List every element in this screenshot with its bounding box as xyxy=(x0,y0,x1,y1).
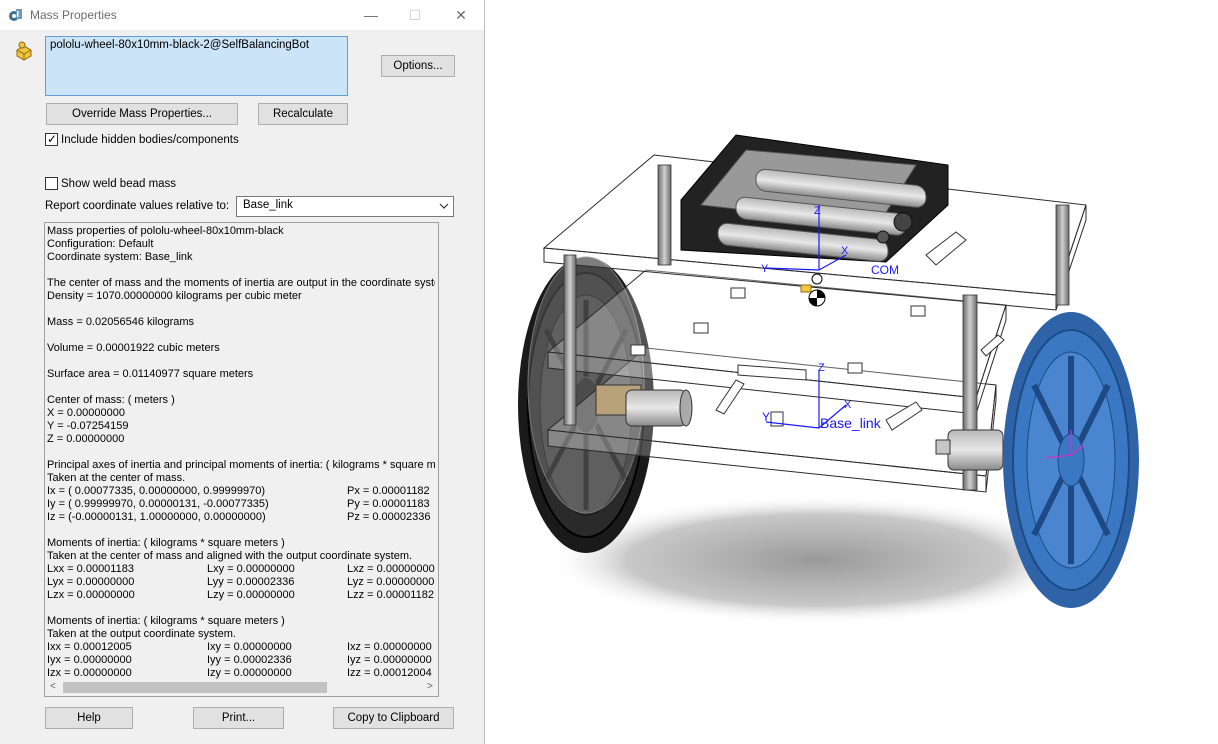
weld-bead-checkbox[interactable] xyxy=(45,177,58,190)
window-title: Mass Properties xyxy=(30,8,117,22)
checkmark-icon: ✓ xyxy=(47,132,58,146)
result-line-mid: Iyy = 0.00002336 xyxy=(207,654,292,666)
results-text-area[interactable]: Mass properties of pololu-wheel-80x10mm-… xyxy=(44,222,439,697)
base-link-label: Base_link xyxy=(820,415,882,431)
minimize-icon: — xyxy=(364,7,378,23)
maximize-icon: ☐ xyxy=(408,6,422,23)
com-x-label: X xyxy=(841,245,849,257)
com-y-label: Y xyxy=(761,263,769,275)
close-button[interactable]: ✕ xyxy=(438,0,484,30)
chevron-down-icon xyxy=(439,203,449,209)
result-line-mid: Lzy = 0.00000000 xyxy=(207,589,295,601)
result-line-right: Lxz = 0.00000000 xyxy=(347,563,435,575)
result-line-right: Ixz = 0.00000000 xyxy=(347,641,432,653)
options-button[interactable]: Options... xyxy=(381,55,455,77)
result-line: Taken at the center of mass. xyxy=(47,472,186,484)
result-line: Iz = (-0.00000131, 1.00000000, 0.0000000… xyxy=(47,511,266,523)
result-line-right: Lzz = 0.00001182 xyxy=(347,589,434,601)
result-line: Mass = 0.02056546 kilograms xyxy=(47,316,195,328)
print-button[interactable]: Print... xyxy=(193,707,284,729)
override-mass-properties-button[interactable]: Override Mass Properties... xyxy=(46,103,238,125)
base-y-label: Y xyxy=(762,410,770,424)
result-line: Iy = ( 0.99999970, 0.00000131, -0.000773… xyxy=(47,498,269,510)
include-hidden-label: Include hidden bodies/components xyxy=(61,134,239,146)
result-line: Taken at the output coordinate system. xyxy=(47,628,236,640)
result-line-mid: Lxy = 0.00000000 xyxy=(207,563,295,575)
coordinate-system-value: Base_link xyxy=(243,199,293,211)
result-line-right: Pz = 0.00002336 xyxy=(347,511,431,523)
base-z-label: Z xyxy=(818,362,825,374)
result-line: Y = -0.07254159 xyxy=(47,420,129,432)
report-coordinate-label: Report coordinate values relative to: xyxy=(45,200,230,212)
scroll-right-icon[interactable]: > xyxy=(427,681,433,692)
result-line: Mass properties of pololu-wheel-80x10mm-… xyxy=(47,225,284,237)
result-line-mid: Lyy = 0.00002336 xyxy=(207,576,295,588)
result-line: Lyx = 0.00000000 xyxy=(47,576,135,588)
title-bar[interactable]: Mass Properties — ☐ ✕ xyxy=(0,0,484,30)
minimize-button[interactable]: — xyxy=(348,0,394,30)
right-wheel-selected xyxy=(1003,312,1139,608)
result-line: X = 0.00000000 xyxy=(47,407,125,419)
result-line: The center of mass and the moments of in… xyxy=(47,277,435,289)
result-line: Coordinate system: Base_link xyxy=(47,251,193,263)
selected-components-list[interactable]: pololu-wheel-80x10mm-black-2@SelfBalanci… xyxy=(45,36,348,96)
com-label: COM xyxy=(871,263,899,277)
result-line-right: Lyz = 0.00000000 xyxy=(347,576,435,588)
com-z-label: Z xyxy=(814,205,821,217)
result-line: Ixx = 0.00012005 xyxy=(47,641,132,653)
mass-properties-icon xyxy=(9,9,22,21)
result-line: Configuration: Default xyxy=(47,238,154,250)
result-line: Center of mass: ( meters ) xyxy=(47,394,175,406)
result-line: Surface area = 0.01140977 square meters xyxy=(47,368,254,380)
result-line-right: Px = 0.00001182 xyxy=(347,485,430,497)
result-line: Moments of inertia: ( kilograms * square… xyxy=(47,537,285,549)
weld-bead-label: Show weld bead mass xyxy=(61,178,177,190)
result-line: Iyx = 0.00000000 xyxy=(47,654,132,666)
maximize-button[interactable]: ☐ xyxy=(392,0,438,30)
selected-component-item[interactable]: pololu-wheel-80x10mm-black-2@SelfBalanci… xyxy=(50,39,309,51)
result-line: Taken at the center of mass and aligned … xyxy=(47,550,413,562)
results-content: Mass properties of pololu-wheel-80x10mm-… xyxy=(47,225,435,680)
screen: Mass Properties — ☐ ✕ pololu-wheel-80x10… xyxy=(0,0,1218,744)
mass-properties-dialog: Mass Properties — ☐ ✕ pololu-wheel-80x10… xyxy=(0,0,485,744)
result-line-right: Iyz = 0.00000000 xyxy=(347,654,432,666)
result-line: Z = 0.00000000 xyxy=(47,433,125,445)
base-x-label: X xyxy=(844,399,852,411)
result-line: Density = 1070.00000000 kilograms per cu… xyxy=(47,290,302,302)
result-line: Lzx = 0.00000000 xyxy=(47,589,135,601)
robot-model: Z Y X COM Z Y X Base_link xyxy=(518,134,1139,625)
help-button[interactable]: Help xyxy=(45,707,133,729)
scroll-left-icon[interactable]: < xyxy=(50,681,56,692)
result-line: Volume = 0.00001922 cubic meters xyxy=(47,342,220,354)
result-line: Moments of inertia: ( kilograms * square… xyxy=(47,615,285,627)
scrollbar-thumb[interactable] xyxy=(63,682,327,693)
result-line: Lxx = 0.00001183 xyxy=(47,563,134,575)
component-icon xyxy=(16,41,32,61)
close-icon: ✕ xyxy=(455,6,467,23)
coordinate-system-select[interactable]: Base_link xyxy=(236,196,454,217)
result-line-mid: Ixy = 0.00000000 xyxy=(207,641,292,653)
horizontal-scrollbar[interactable]: < > xyxy=(45,679,438,696)
result-line-right: Py = 0.00001183 xyxy=(347,498,430,510)
result-line: Ix = ( 0.00077335, 0.00000000, 0.9999997… xyxy=(47,485,266,497)
include-hidden-checkbox[interactable]: ✓ xyxy=(45,132,58,146)
recalculate-button[interactable]: Recalculate xyxy=(258,103,348,125)
model-viewport[interactable]: Z Y X COM Z Y X Base_link xyxy=(486,0,1218,744)
copy-to-clipboard-button[interactable]: Copy to Clipboard xyxy=(333,707,454,729)
result-line: Principal axes of inertia and principal … xyxy=(47,459,435,471)
